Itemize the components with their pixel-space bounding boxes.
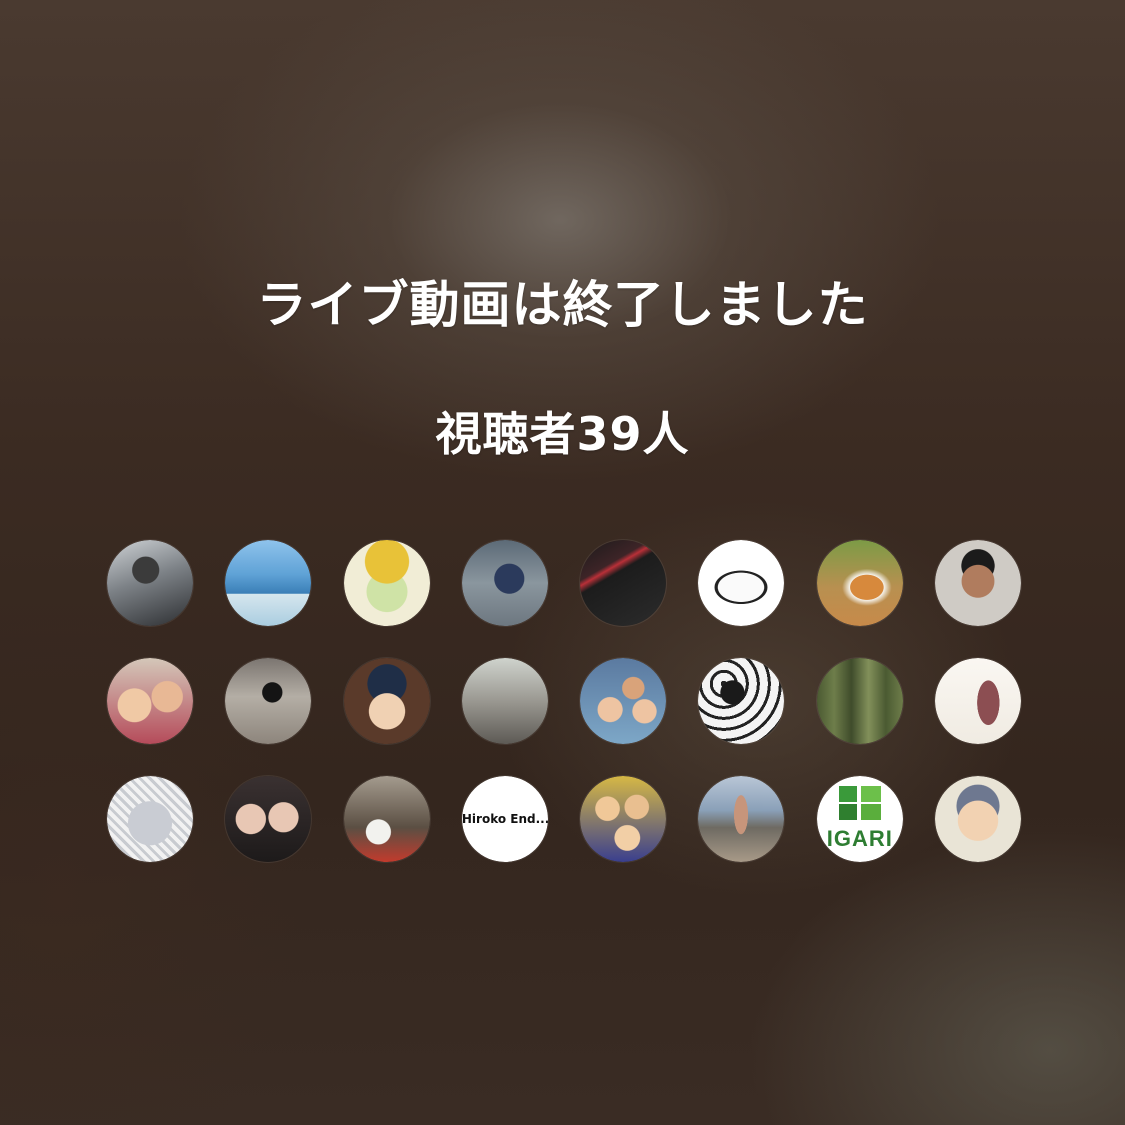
viewer-avatar[interactable] — [343, 540, 430, 626]
avatar-photo — [580, 540, 667, 626]
viewer-avatar-text[interactable]: Hiroko End... — [461, 776, 548, 862]
avatar-photo — [698, 776, 785, 862]
avatar-photo — [225, 658, 312, 744]
avatar-photo — [935, 658, 1022, 744]
viewer-avatar[interactable] — [935, 658, 1022, 744]
viewer-avatar[interactable] — [698, 658, 785, 744]
viewer-avatar[interactable] — [461, 540, 548, 626]
avatar-name-label: Hiroko End... — [461, 812, 548, 826]
avatar-photo — [816, 540, 903, 626]
avatar-logo-text: IGARI — [826, 826, 893, 851]
avatar-photo — [225, 776, 312, 862]
avatar-photo — [935, 776, 1022, 862]
viewer-avatar[interactable] — [580, 540, 667, 626]
live-ended-title: ライブ動画は終了しました — [256, 276, 869, 334]
viewer-avatar[interactable] — [343, 776, 430, 862]
viewer-avatar[interactable] — [225, 658, 312, 744]
viewer-avatar[interactable] — [461, 658, 548, 744]
viewer-avatar[interactable] — [698, 540, 785, 626]
viewer-avatar[interactable] — [225, 776, 312, 862]
viewer-avatar[interactable] — [107, 540, 193, 626]
viewer-count: 視聴者39人 — [435, 407, 690, 461]
live-ended-screen: ライブ動画は終了しました 視聴者39人 Hiroko End... IGARI — [0, 0, 1125, 1125]
avatar-photo — [698, 540, 785, 626]
viewer-avatar[interactable] — [816, 540, 903, 626]
viewer-avatar[interactable] — [935, 540, 1022, 626]
viewer-avatar[interactable] — [580, 658, 667, 744]
viewer-avatar-grid: Hiroko End... IGARI — [107, 540, 1022, 862]
avatar-photo — [461, 540, 548, 626]
avatar-photo — [580, 658, 667, 744]
igari-logo-icon — [838, 786, 881, 820]
viewer-avatar[interactable] — [107, 776, 193, 862]
avatar-photo — [107, 540, 193, 626]
viewer-avatar[interactable] — [698, 776, 785, 862]
avatar-photo — [225, 540, 312, 626]
viewer-avatar[interactable] — [935, 776, 1022, 862]
avatar-photo — [816, 658, 903, 744]
viewer-avatar[interactable] — [816, 658, 903, 744]
avatar-photo — [935, 540, 1022, 626]
viewer-avatar[interactable] — [107, 658, 193, 744]
viewer-avatar-logo[interactable]: IGARI — [816, 776, 903, 862]
viewer-avatar[interactable] — [343, 658, 430, 744]
avatar-photo — [107, 776, 193, 862]
viewer-avatar[interactable] — [580, 776, 667, 862]
avatar-photo — [461, 658, 548, 744]
avatar-photo — [343, 658, 430, 744]
avatar-photo — [343, 776, 430, 862]
avatar-photo — [698, 658, 785, 744]
avatar-photo — [580, 776, 667, 862]
viewer-avatar[interactable] — [225, 540, 312, 626]
avatar-photo — [343, 540, 430, 626]
avatar-photo — [107, 658, 193, 744]
